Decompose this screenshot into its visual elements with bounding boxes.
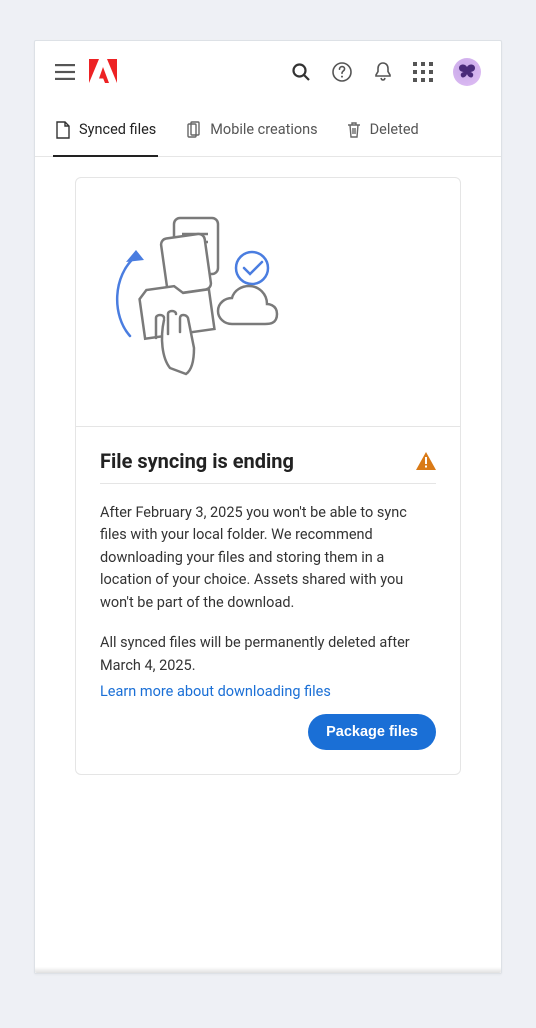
trash-icon [346,121,362,139]
menu-button[interactable] [55,64,75,80]
avatar-butterfly-icon [456,61,478,83]
search-button[interactable] [291,62,311,82]
tab-deleted[interactable]: Deleted [346,103,419,156]
tab-label: Mobile creations [210,121,317,138]
tab-label: Synced files [79,121,156,138]
tab-label: Deleted [370,121,419,138]
card-paragraph-2: All synced files will be permanently del… [100,632,436,677]
content-area: File syncing is ending After February 3,… [35,157,501,973]
card-title-row: File syncing is ending [100,449,436,484]
header [35,41,501,103]
apps-grid-icon [413,62,433,82]
card-actions: Package files [100,714,436,750]
card-body: File syncing is ending After February 3,… [76,427,460,774]
card-paragraph-1: After February 3, 2025 you won't be able… [100,502,436,614]
bell-icon [373,61,393,83]
card-illustration [76,178,460,427]
adobe-logo-icon [89,59,117,85]
help-icon [331,61,353,83]
tab-mobile-creations[interactable]: Mobile creations [184,103,317,156]
notifications-button[interactable] [373,61,393,83]
tab-synced-files[interactable]: Synced files [55,103,156,156]
card-title: File syncing is ending [100,449,294,473]
file-icon [55,121,71,139]
header-left [55,59,117,85]
package-files-button[interactable]: Package files [308,714,436,750]
help-button[interactable] [331,61,353,83]
app-window: Synced files Mobile creations Deleted [34,40,502,974]
avatar[interactable] [453,58,481,86]
header-right [291,58,481,86]
hamburger-icon [55,64,75,80]
notice-card: File syncing is ending After February 3,… [75,177,461,775]
scroll-shadow [35,967,501,973]
sync-illustration-icon [100,206,290,386]
learn-more-link[interactable]: Learn more about downloading files [100,683,331,700]
apps-grid-button[interactable] [413,62,433,82]
mobile-stack-icon [184,121,202,139]
warning-icon [416,452,436,470]
tabs: Synced files Mobile creations Deleted [35,103,501,157]
search-icon [291,62,311,82]
